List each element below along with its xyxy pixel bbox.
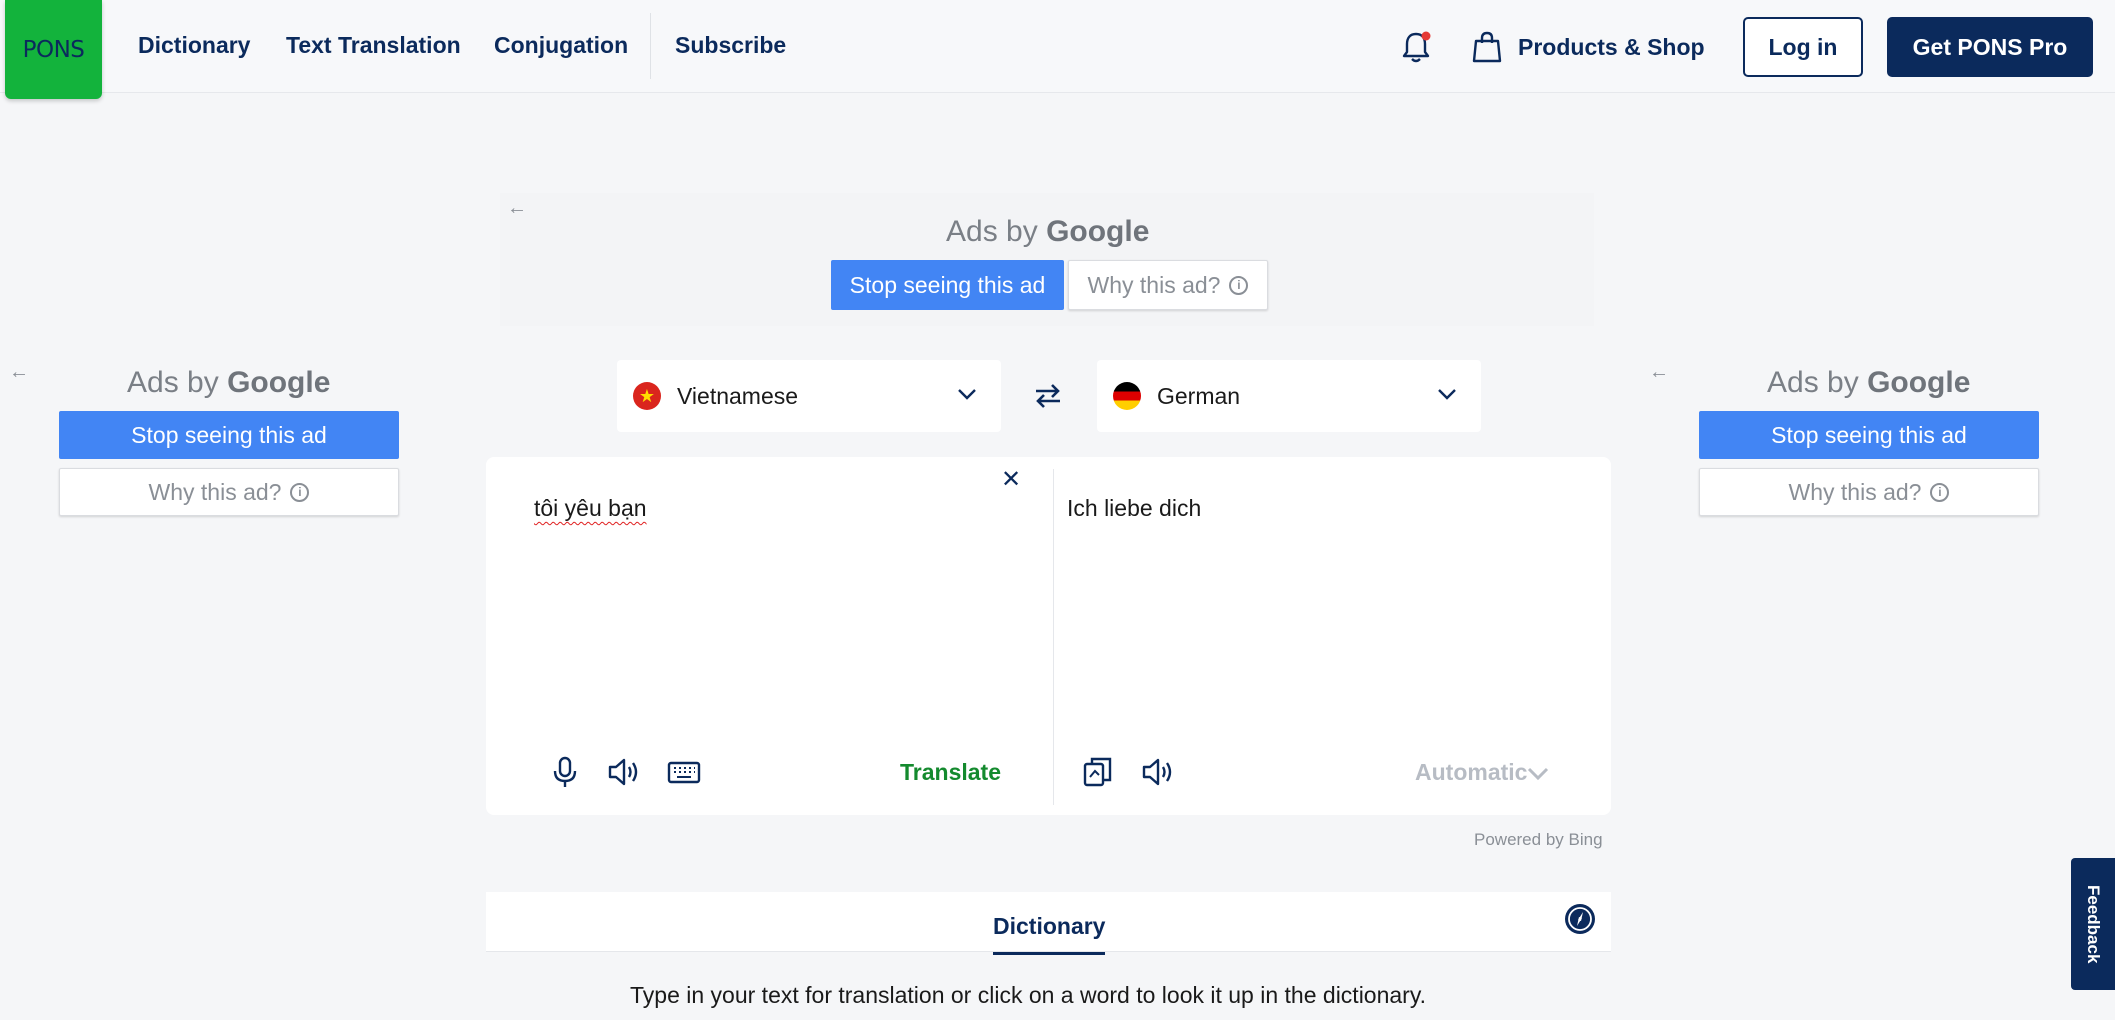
ads-by-google: Ads by Google: [127, 366, 331, 399]
nav-subscribe[interactable]: Subscribe: [675, 32, 786, 59]
copy-icon[interactable]: [1081, 755, 1115, 789]
close-icon[interactable]: ✕: [1001, 465, 1021, 494]
swap-icon[interactable]: [1032, 382, 1064, 410]
info-icon: i: [1930, 482, 1950, 502]
nav-text-translation[interactable]: Text Translation: [286, 32, 461, 59]
ads-by-google: Ads by Google: [1767, 366, 1971, 399]
tab-dictionary[interactable]: Dictionary: [993, 913, 1106, 955]
translate-button[interactable]: Translate: [900, 759, 1001, 786]
products-shop-label: Products & Shop: [1518, 33, 1705, 60]
keyboard-icon[interactable]: [667, 755, 701, 789]
info-icon: i: [290, 482, 310, 502]
nav-divider: [650, 13, 651, 79]
source-language-label: Vietnamese: [677, 382, 799, 409]
feedback-tab[interactable]: Feedback: [2071, 858, 2115, 990]
back-arrow-icon[interactable]: ←: [507, 197, 527, 220]
chevron-down-icon: [1528, 767, 1549, 780]
nav-dictionary[interactable]: Dictionary: [138, 32, 250, 59]
powered-by-bing: Powered by Bing: [1474, 830, 1603, 849]
speaker-icon[interactable]: [1141, 755, 1175, 789]
stop-seeing-ad-button[interactable]: Stop seeing this ad: [1699, 411, 2039, 459]
site-header: PONS Dictionary Text Translation Conjuga…: [0, 0, 2115, 99]
why-this-ad-button[interactable]: Why this ad? i: [59, 468, 399, 516]
target-language-label: German: [1157, 382, 1241, 409]
why-this-ad-button[interactable]: Why this ad? i: [1699, 468, 2039, 516]
info-icon: i: [1229, 275, 1249, 295]
vietnam-flag-icon: ★: [633, 382, 661, 410]
translation-output: Ich liebe dich: [1067, 495, 1202, 521]
target-language-select[interactable]: German: [1097, 360, 1481, 432]
login-button[interactable]: Log in: [1743, 17, 1863, 77]
why-this-ad-button[interactable]: Why this ad? i: [1068, 260, 1268, 310]
compass-icon[interactable]: [1563, 902, 1597, 936]
ads-by-google: Ads by Google: [946, 215, 1150, 248]
germany-flag-icon: [1113, 382, 1141, 410]
microphone-icon[interactable]: [548, 755, 582, 789]
chevron-down-icon: [1438, 389, 1456, 400]
bell-icon[interactable]: [1400, 30, 1432, 64]
nav-conjugation[interactable]: Conjugation: [494, 32, 628, 59]
automatic-label: Automatic: [1415, 759, 1528, 785]
source-language-select[interactable]: ★ Vietnamese: [617, 360, 1001, 432]
pons-logo[interactable]: PONS: [5, 0, 102, 99]
get-pons-pro-button[interactable]: Get PONS Pro: [1887, 17, 2093, 77]
shopping-bag-icon: [1472, 31, 1502, 63]
dictionary-hint: Type in your text for translation or cli…: [630, 982, 1427, 1008]
top-ad-banner: ← Ads by Google Stop seeing this ad Why …: [500, 193, 1594, 326]
speaker-icon[interactable]: [607, 755, 641, 789]
chevron-down-icon: [958, 389, 976, 400]
back-arrow-icon[interactable]: ←: [1649, 361, 1669, 384]
stop-seeing-ad-button[interactable]: Stop seeing this ad: [59, 411, 399, 459]
stop-seeing-ad-button[interactable]: Stop seeing this ad: [831, 260, 1064, 310]
panel-divider: [1053, 469, 1054, 805]
source-text-input[interactable]: tôi yêu bạn: [534, 495, 647, 522]
translation-panel: tôi yêu bạn ✕ Ich liebe dich Translate A…: [486, 457, 1611, 815]
dictionary-section: Dictionary: [486, 892, 1611, 955]
feedback-label: Feedback: [2084, 884, 2103, 964]
automatic-select[interactable]: Automatic: [1415, 759, 1549, 786]
back-arrow-icon[interactable]: ←: [9, 361, 29, 384]
products-shop-link[interactable]: Products & Shop: [1472, 30, 1705, 64]
